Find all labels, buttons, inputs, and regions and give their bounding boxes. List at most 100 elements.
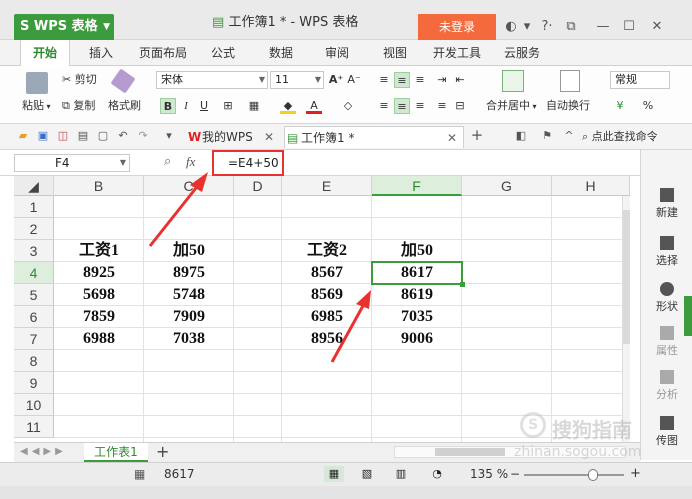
clear-format-icon[interactable]: ◇ [340, 98, 356, 114]
print-icon[interactable]: ▤ [76, 129, 90, 143]
fx-icon[interactable]: fx [186, 154, 195, 170]
align-center-icon[interactable]: ≡ [394, 98, 410, 114]
cell-c3[interactable]: 加50 [144, 240, 234, 262]
export-pdf-icon[interactable]: ◫ [56, 129, 70, 143]
underline-button[interactable]: U [196, 98, 212, 114]
zoom-out-icon[interactable]: − [510, 467, 520, 481]
align-middle-icon[interactable]: ≡ [394, 72, 410, 88]
align-left-icon[interactable]: ≡ [376, 98, 392, 114]
col-header-d[interactable]: D [234, 176, 282, 196]
customize-icon[interactable]: ▾ [162, 129, 176, 143]
tab-view[interactable]: 视图 [370, 40, 420, 66]
zoom-slider[interactable] [524, 469, 624, 481]
normal-view-icon[interactable]: ▦ [324, 466, 344, 482]
preview-icon[interactable]: ▢ [96, 129, 110, 143]
save-icon[interactable]: ▣ [36, 129, 50, 143]
row-header-1[interactable]: 1 [14, 196, 54, 218]
merge-center-icon[interactable] [502, 70, 524, 92]
folder-icon[interactable]: ▰ [16, 129, 30, 143]
tab-workbook1[interactable]: ▤ 工作簿1 * ✕ [284, 126, 464, 148]
zoom-slider-thumb[interactable] [588, 469, 598, 481]
fill-pattern-icon[interactable]: ▦ [246, 98, 262, 114]
align-right-icon[interactable]: ≡ [412, 98, 428, 114]
outdent-icon[interactable]: ⇤ [452, 72, 468, 88]
row-header-7[interactable]: 7 [14, 328, 54, 350]
zoom-level[interactable]: 135 % [470, 467, 508, 481]
font-color-icon[interactable]: A [306, 98, 322, 114]
col-header-b[interactable]: B [54, 176, 144, 196]
upload-image-button[interactable]: 传图 [641, 416, 692, 448]
copy-button[interactable]: ⧉ 复制 [62, 98, 95, 114]
collapse-icon[interactable]: ^ [562, 129, 576, 143]
close-icon[interactable]: ✕ [447, 127, 457, 149]
decrease-font-icon[interactable]: A⁻ [346, 72, 362, 88]
app-menu-button[interactable]: S WPS 表格 ▼ [14, 14, 114, 40]
indent-icon[interactable]: ⇥ [434, 72, 450, 88]
maximize-icon[interactable]: ☐ [620, 14, 638, 40]
cell-c6[interactable]: 7909 [144, 306, 234, 328]
italic-button[interactable]: I [178, 98, 194, 114]
cell-f6[interactable]: 7035 [372, 306, 462, 328]
cell-c4[interactable]: 8975 [144, 262, 234, 284]
paste-icon[interactable] [26, 72, 48, 94]
horizontal-scrollbar[interactable] [394, 446, 626, 458]
tab-list-icon[interactable]: ◧ [514, 129, 528, 143]
shirt-icon[interactable]: ◐ [502, 14, 520, 40]
font-size-select[interactable]: 11 ▼ [270, 71, 324, 89]
format-painter-icon[interactable] [110, 68, 136, 94]
tab-start[interactable]: 开始 [20, 40, 70, 67]
row-header-8[interactable]: 8 [14, 350, 54, 372]
page-break-view-icon[interactable]: ▧ [358, 466, 376, 482]
restore-window-icon[interactable]: ⧉ [562, 14, 580, 40]
increase-font-icon[interactable]: A⁺ [328, 72, 344, 88]
row-header-6[interactable]: 6 [14, 306, 54, 328]
name-box[interactable]: F4 ▼ [14, 154, 130, 172]
reading-mode-icon[interactable]: ◔ [428, 466, 446, 482]
col-header-g[interactable]: G [462, 176, 552, 196]
cell-e6[interactable]: 6985 [282, 306, 372, 328]
row-header-5[interactable]: 5 [14, 284, 54, 306]
distributed-icon[interactable]: ⊟ [452, 98, 468, 114]
merge-center-button[interactable]: 合并居中 ▾ [486, 98, 537, 115]
row-header-11[interactable]: 11 [14, 416, 54, 438]
cell-b5[interactable]: 5698 [54, 284, 144, 306]
tab-cloud[interactable]: 云服务 [494, 40, 550, 66]
cell-c7[interactable]: 7038 [144, 328, 234, 350]
row-header-10[interactable]: 10 [14, 394, 54, 416]
currency-icon[interactable]: ¥ [612, 98, 628, 114]
close-icon[interactable]: ✕ [648, 14, 666, 40]
tab-data[interactable]: 数据 [256, 40, 306, 66]
formula-input[interactable]: =E4+50 [212, 150, 284, 176]
sheet-tab-1[interactable]: 工作表1 [84, 443, 148, 462]
help-button[interactable]: ?· [536, 14, 558, 40]
minimize-icon[interactable]: — [594, 14, 612, 40]
tab-my-wps[interactable]: W 我的WPS ✕ [186, 126, 280, 148]
col-header-f[interactable]: F [372, 176, 462, 196]
zoom-in-icon[interactable]: + [630, 466, 641, 481]
horizontal-scroll-thumb[interactable] [435, 448, 505, 456]
tab-insert[interactable]: 插入 [76, 40, 126, 66]
cell-b4[interactable]: 8925 [54, 262, 144, 284]
align-bottom-icon[interactable]: ≡ [412, 72, 428, 88]
panel-toggle-handle[interactable] [684, 296, 692, 336]
close-icon[interactable]: ✕ [264, 126, 274, 148]
new-button[interactable]: 新建 [641, 188, 692, 220]
analysis-button[interactable]: 分析 [641, 370, 692, 402]
sheet-nav-arrows-icon[interactable]: ◀◀▶▶ [20, 446, 67, 457]
add-sheet-button[interactable]: + [156, 442, 169, 461]
cell-b6[interactable]: 7859 [54, 306, 144, 328]
number-format-select[interactable]: 常规 [610, 71, 670, 89]
cell-f5[interactable]: 8619 [372, 284, 462, 306]
cell-e4[interactable]: 8567 [282, 262, 372, 284]
tab-review[interactable]: 审阅 [312, 40, 362, 66]
cut-button[interactable]: ✂ 剪切 [62, 72, 97, 88]
row-header-4[interactable]: 4 [14, 262, 54, 284]
tab-developer[interactable]: 开发工具 [426, 40, 488, 66]
col-header-c[interactable]: C [144, 176, 234, 196]
login-button[interactable]: 未登录 [418, 14, 496, 40]
cell-f3[interactable]: 加50 [372, 240, 462, 262]
undo-icon[interactable]: ↶ [116, 129, 130, 143]
wrap-text-icon[interactable] [560, 70, 580, 92]
paste-button[interactable]: 粘贴 ▾ [22, 98, 51, 115]
cell-e7[interactable]: 8956 [282, 328, 372, 350]
